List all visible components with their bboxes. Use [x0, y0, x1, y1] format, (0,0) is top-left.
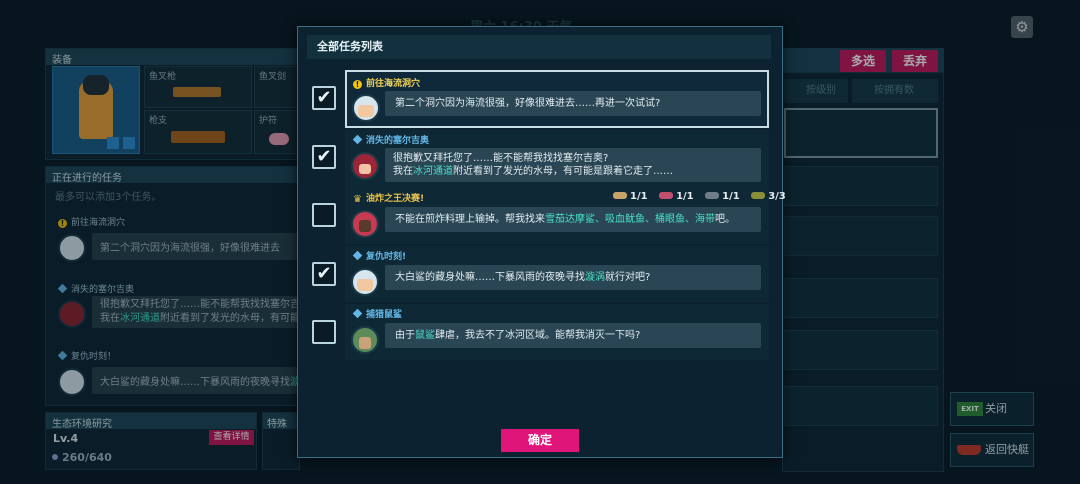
task-title: 复仇时刻! [352, 249, 406, 262]
task-description: 不能在煎炸料理上输掉。帮我找来雪茄达摩鲨、吸血鱿鱼、桶眼鱼、海带吧。 [385, 207, 761, 232]
modal-title: 全部任务列表 [307, 35, 771, 59]
diamond-icon [352, 250, 363, 261]
barreleye-icon [705, 192, 720, 199]
task-checkbox[interactable]: ✔ [312, 86, 336, 110]
task-description: 第二个洞穴因为海流很强，好像很难进去……再进一次试试? [385, 91, 761, 116]
task-title: 消失的塞尔吉奥 [352, 133, 429, 146]
task-checkbox[interactable]: ✔ [312, 145, 336, 169]
task-card[interactable]: ! 前往海流洞穴 第二个洞穴因为海流很强，好像很难进去……再进一次试试? [345, 70, 769, 128]
task-description: 大白鲨的藏身处嘛……下暴风雨的夜晚寻找漩涡就行对吧? [385, 265, 761, 290]
warning-icon: ! [353, 80, 362, 89]
confirm-button[interactable]: 确定 [501, 429, 579, 452]
task-checkbox[interactable]: ✔ [312, 262, 336, 286]
fish-icon [613, 192, 627, 199]
task-card[interactable]: 捕猎鼠鲨 由于鼠鲨肆虐，我去不了冰河区域。能帮我消灭一下吗? [345, 304, 769, 360]
npc-avatar [351, 268, 379, 296]
diamond-icon [352, 134, 363, 145]
task-description: 很抱歉又拜托您了……能不能帮我找找塞尔吉奥? 我在冰河通道附近看到了发光的水母，… [385, 148, 761, 182]
desc-line: 很抱歉又拜托您了……能不能帮我找找塞尔吉奥? [393, 153, 609, 164]
task-description: 由于鼠鲨肆虐，我去不了冰河区域。能帮我消灭一下吗? [385, 323, 761, 348]
squid-icon [659, 192, 674, 199]
task-card[interactable]: 消失的塞尔吉奥 很抱歉又拜托您了……能不能帮我找找塞尔吉奥? 我在冰河通道附近看… [345, 130, 769, 188]
task-title: 捕猎鼠鲨 [352, 307, 402, 320]
task-card[interactable]: ♛ 油炸之王决赛! 1/1 1/1 1/1 3/3 不能在煎炸料理上输掉。帮我找来… [345, 188, 786, 244]
task-checkbox[interactable] [312, 320, 336, 344]
task-card[interactable]: 复仇时刻! 大白鲨的藏身处嘛……下暴风雨的夜晚寻找漩涡就行对吧? [345, 246, 769, 302]
npc-avatar [351, 210, 379, 238]
task-title: ♛ 油炸之王决赛! [353, 194, 425, 205]
task-checkbox[interactable] [312, 203, 336, 227]
npc-avatar [351, 326, 379, 354]
desc-line: 我在冰河通道附近看到了发光的水母，有可能是跟着它走了…… [393, 166, 673, 177]
diamond-icon [352, 308, 363, 319]
crown-icon: ♛ [353, 194, 362, 205]
requirements: 1/1 1/1 1/1 3/3 [613, 191, 786, 202]
task-title: ! 前往海流洞穴 [353, 76, 420, 89]
kelp-icon [751, 192, 766, 199]
npc-avatar [352, 94, 380, 122]
npc-avatar [351, 152, 379, 180]
